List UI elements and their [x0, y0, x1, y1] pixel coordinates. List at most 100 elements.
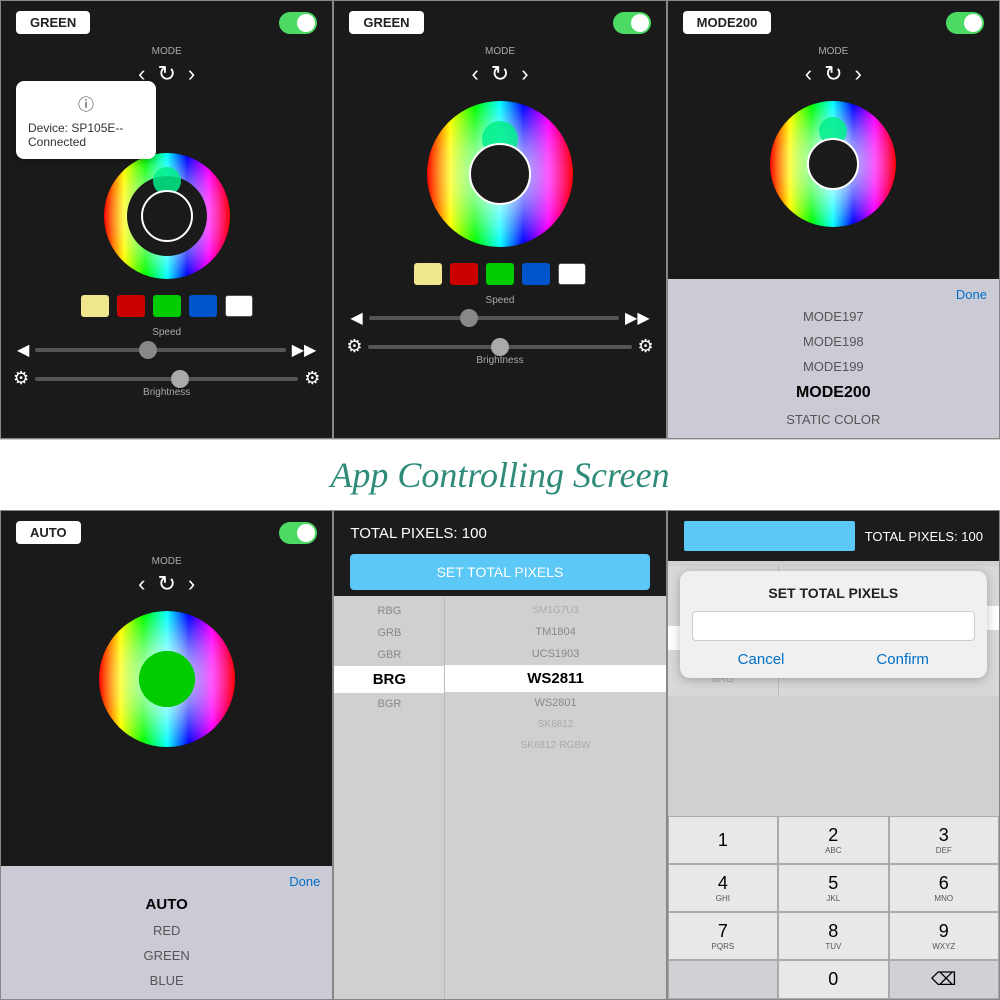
- panel5-picker-right: SM1G7U3 TM1804 UCS1903 WS2811 WS2801 SK6…: [445, 596, 665, 999]
- panel-2: GREEN MODE ‹ ↻ ›: [333, 0, 666, 439]
- panel2-refresh-icon[interactable]: ↻: [491, 61, 509, 87]
- p5-tm1804[interactable]: TM1804: [445, 621, 665, 643]
- keypad-row-3: 7 PQRS 8 TUV 9 WXYZ: [668, 912, 999, 960]
- panel3-colorwheel[interactable]: [768, 99, 898, 229]
- p5-sm1[interactable]: SM1G7U3: [445, 600, 665, 621]
- p5-sk6812[interactable]: SK6812: [445, 714, 665, 735]
- panel2-toggle[interactable]: [613, 12, 651, 34]
- panel1-gear-left[interactable]: ⚙: [13, 368, 29, 389]
- panel4-next-arrow[interactable]: ›: [188, 571, 195, 597]
- key-5[interactable]: 5 JKL: [778, 864, 888, 912]
- p2-swatch-white[interactable]: [558, 263, 586, 285]
- key-1[interactable]: 1: [668, 816, 778, 864]
- panel1-speed-track[interactable]: [35, 348, 285, 352]
- key-backspace[interactable]: ⌫: [889, 960, 999, 999]
- panel1-next-arrow[interactable]: ›: [188, 61, 195, 87]
- mode-item-198[interactable]: MODE198: [668, 329, 999, 354]
- panel1-mode-text: MODE: [1, 46, 332, 57]
- panel1-speed-thumb[interactable]: [139, 341, 157, 359]
- panel1-gear-right[interactable]: ⚙: [304, 368, 320, 389]
- panel1-toggle[interactable]: [279, 12, 317, 34]
- panel4-done-btn[interactable]: Done: [1, 872, 332, 891]
- panel2-gear-right[interactable]: ⚙: [638, 336, 654, 357]
- p5-gbr[interactable]: GBR: [334, 644, 444, 666]
- key-backspace-icon: ⌫: [931, 969, 956, 990]
- panel3-prev-arrow[interactable]: ‹: [805, 61, 812, 87]
- panel1-colorwheel[interactable]: [102, 151, 232, 281]
- key-7[interactable]: 7 PQRS: [668, 912, 778, 960]
- auto-item-auto[interactable]: AUTO: [1, 891, 332, 918]
- mode-item-197[interactable]: MODE197: [668, 304, 999, 329]
- panel6-keypad: 1 2 ABC 3 DEF 4 GHI: [668, 816, 999, 999]
- p5-ws2801[interactable]: WS2801: [445, 692, 665, 714]
- panel3-done-btn[interactable]: Done: [668, 285, 999, 304]
- panel1-speed-left[interactable]: ◀: [17, 340, 29, 360]
- p2-swatch-green[interactable]: [486, 263, 514, 285]
- panel6-blue-bar[interactable]: [684, 521, 855, 551]
- mode-item-200[interactable]: MODE200: [668, 379, 999, 407]
- key-2[interactable]: 2 ABC: [778, 816, 888, 864]
- panel1-brightness-thumb[interactable]: [171, 370, 189, 388]
- mode-item-static[interactable]: STATIC COLOR: [668, 407, 999, 432]
- key-star[interactable]: [668, 960, 778, 999]
- p2-swatch-yellow[interactable]: [414, 263, 442, 285]
- p5-sk6812rgbw[interactable]: SK6812-RGBW: [445, 735, 665, 756]
- panel6-dialog: SET TOTAL PIXELS Cancel Confirm: [680, 571, 987, 678]
- panel2-mode-label: GREEN: [349, 11, 423, 34]
- key-0[interactable]: 0: [778, 960, 888, 999]
- panel3-next-arrow[interactable]: ›: [855, 61, 862, 87]
- panel5-set-btn[interactable]: SET TOTAL PIXELS: [350, 554, 649, 590]
- p5-rbg[interactable]: RBG: [334, 600, 444, 622]
- p2-swatch-blue[interactable]: [522, 263, 550, 285]
- swatch-white[interactable]: [225, 295, 253, 317]
- panel6-confirm-btn[interactable]: Confirm: [876, 651, 929, 668]
- key-6[interactable]: 6 MNO: [889, 864, 999, 912]
- key-8[interactable]: 8 TUV: [778, 912, 888, 960]
- panel4-toggle[interactable]: [279, 522, 317, 544]
- panel6-cancel-btn[interactable]: Cancel: [738, 651, 785, 668]
- p5-grb[interactable]: GRB: [334, 622, 444, 644]
- panel1-info-popup: ⓘ Device: SP105E--Connected: [16, 81, 156, 159]
- panel3-cw-visual: [768, 99, 898, 229]
- auto-item-blue[interactable]: BLUE: [1, 968, 332, 993]
- panel4-prev-arrow[interactable]: ‹: [138, 571, 145, 597]
- panel2-gear-left[interactable]: ⚙: [346, 336, 362, 357]
- panel3-refresh-icon[interactable]: ↻: [824, 61, 842, 87]
- panel2-speed-label: Speed: [350, 295, 649, 306]
- p5-bgr[interactable]: BGR: [334, 693, 444, 715]
- panel6-dialog-input[interactable]: [692, 611, 975, 641]
- key-8-main: 8: [828, 921, 838, 942]
- panel1-brightness-track[interactable]: [35, 377, 298, 381]
- key-4[interactable]: 4 GHI: [668, 864, 778, 912]
- swatch-blue[interactable]: [189, 295, 217, 317]
- p5-brg[interactable]: BRG: [334, 666, 444, 693]
- auto-item-red[interactable]: RED: [1, 918, 332, 943]
- panel3-top-bar: MODE200: [668, 1, 999, 44]
- key-9[interactable]: 9 WXYZ: [889, 912, 999, 960]
- panel2-speed-thumb[interactable]: [460, 309, 478, 327]
- panel2-speed-track[interactable]: [369, 316, 619, 320]
- panel4-refresh-icon[interactable]: ↻: [157, 571, 175, 597]
- auto-item-green[interactable]: GREEN: [1, 943, 332, 968]
- key-3[interactable]: 3 DEF: [889, 816, 999, 864]
- key-3-main: 3: [939, 825, 949, 846]
- panel3-toggle[interactable]: [946, 12, 984, 34]
- p5-ucs1903[interactable]: UCS1903: [445, 643, 665, 665]
- panel2-brightness-track[interactable]: [368, 345, 631, 349]
- panel1-refresh-icon[interactable]: ↻: [157, 61, 175, 87]
- panel2-brightness-thumb[interactable]: [491, 338, 509, 356]
- swatch-yellow[interactable]: [81, 295, 109, 317]
- app-title: App Controlling Screen: [330, 454, 669, 496]
- panel2-speed-left[interactable]: ◀: [350, 308, 362, 328]
- swatch-red[interactable]: [117, 295, 145, 317]
- mode-item-199[interactable]: MODE199: [668, 354, 999, 379]
- panel1-speed-right[interactable]: ▶▶: [292, 340, 317, 360]
- panel2-prev-arrow[interactable]: ‹: [471, 61, 478, 87]
- panel2-colorwheel[interactable]: [425, 99, 575, 249]
- p5-ws2811[interactable]: WS2811: [445, 665, 665, 692]
- panel2-next-arrow[interactable]: ›: [521, 61, 528, 87]
- swatch-green[interactable]: [153, 295, 181, 317]
- panel4-colorwheel[interactable]: [97, 609, 237, 749]
- panel2-speed-right[interactable]: ▶▶: [625, 308, 650, 328]
- p2-swatch-red[interactable]: [450, 263, 478, 285]
